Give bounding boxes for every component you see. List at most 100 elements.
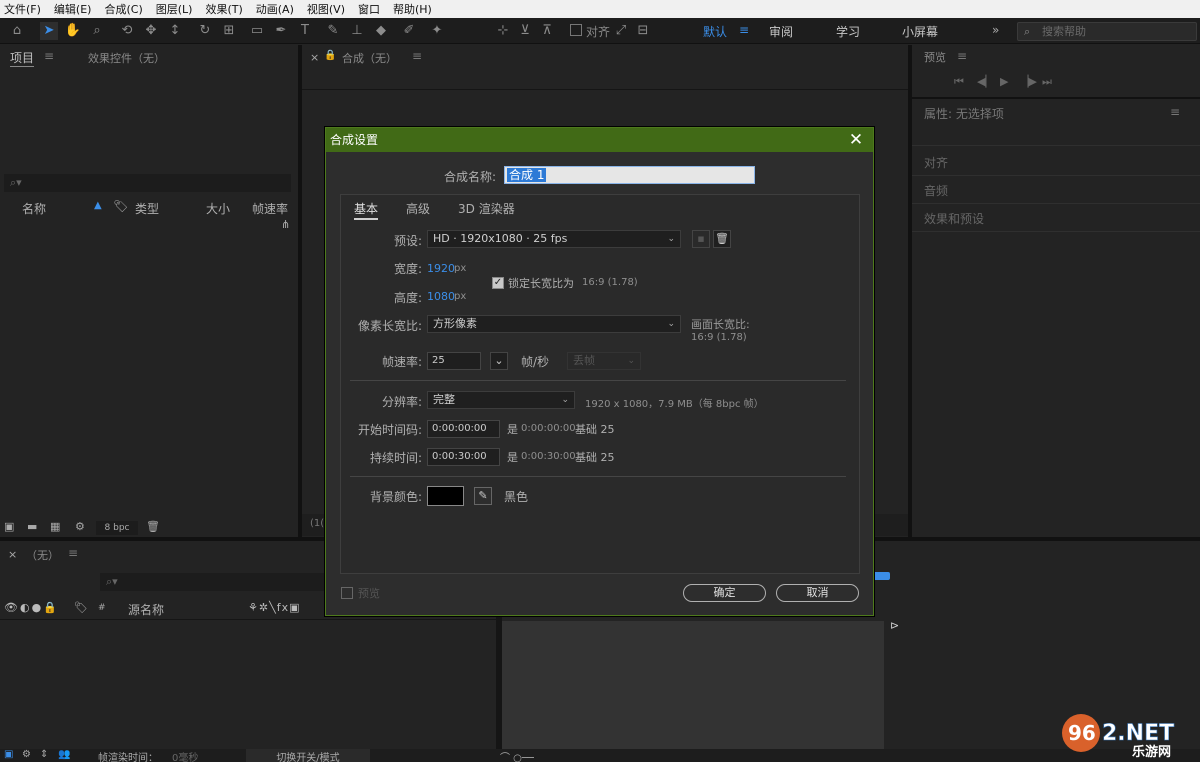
timeline-menu-icon[interactable]: ≡ — [68, 546, 78, 560]
menu-view[interactable]: 视图(V) — [307, 1, 345, 17]
clone-stamp-icon[interactable]: ⊥ — [348, 22, 366, 40]
effects-presets-title[interactable]: 效果和预设 — [924, 210, 984, 227]
flowchart-icon[interactable]: ⋔ — [281, 218, 290, 231]
first-frame-icon[interactable]: ⏮ — [954, 75, 964, 89]
rotate-tool-icon[interactable]: ↻ — [196, 22, 214, 40]
start-timecode-input[interactable]: 0:00:00:00 — [427, 420, 500, 438]
zoom-dropdown[interactable]: (1( — [310, 518, 324, 529]
audio-panel-title[interactable]: 音频 — [924, 182, 948, 199]
column-frame-rate[interactable]: 帧速率 — [252, 200, 288, 217]
interpret-footage-icon[interactable]: ▣ — [4, 520, 14, 533]
label-column-icon[interactable]: 🏷 — [74, 601, 88, 614]
frame-rate-input[interactable]: 25 — [427, 352, 481, 370]
view-axis-icon[interactable]: ⊼ — [538, 22, 556, 40]
graph-editor-icon[interactable]: ⇕ — [40, 749, 48, 760]
roto-brush-icon[interactable]: ✐ — [400, 22, 418, 40]
play-icon[interactable]: ▶ — [1000, 75, 1008, 88]
menu-composition[interactable]: 合成(C) — [104, 1, 142, 17]
timeline-search-input[interactable]: ⌕▾ — [100, 573, 326, 591]
search-help-input[interactable]: ⌕ 搜索帮助 — [1017, 22, 1197, 41]
workspace-overflow-icon[interactable]: » — [992, 23, 999, 37]
column-name[interactable]: 名称 — [22, 200, 46, 217]
text-tool-icon[interactable]: T — [296, 22, 314, 40]
delete-preset-icon[interactable]: 🗑 — [713, 230, 731, 248]
preset-dropdown[interactable]: HD · 1920x1080 · 25 fps ⌄ — [427, 230, 681, 248]
puppet-pin-icon[interactable]: ✦ — [428, 22, 446, 40]
anchor-tool-icon[interactable]: ⊞ — [220, 22, 238, 40]
selection-tool-icon[interactable]: ➤ — [40, 22, 58, 40]
ok-button[interactable]: 确定 — [683, 584, 766, 602]
menu-animation[interactable]: 动画(A) — [256, 1, 294, 17]
menu-layer[interactable]: 图层(L) — [156, 1, 193, 17]
properties-menu-icon[interactable]: ≡ — [1170, 105, 1180, 119]
close-tab-icon[interactable]: × — [310, 51, 319, 64]
av-switches-icon[interactable]: 👁◐●🔒 — [4, 601, 59, 614]
tab-composition[interactable]: 合成（无） — [342, 50, 397, 66]
hand-tool-icon[interactable]: ✋ — [64, 22, 82, 40]
layer-switches-icon[interactable]: ⚘✲╲fx▣ — [248, 601, 300, 614]
menu-window[interactable]: 窗口 — [358, 1, 380, 17]
world-axis-icon[interactable]: ⊻ — [516, 22, 534, 40]
toggle-switches-modes-button[interactable]: 切换开关/模式 — [246, 749, 370, 762]
layer-switch-icon[interactable]: 👥 — [58, 749, 70, 760]
bpc-button[interactable]: 8 bpc — [96, 521, 138, 535]
workspace-review[interactable]: 审阅 — [769, 23, 793, 40]
width-value[interactable]: 1920 — [427, 262, 455, 275]
snap-extra-icon[interactable]: ⊟ — [634, 22, 652, 40]
last-frame-icon[interactable]: ⏭ — [1042, 75, 1052, 89]
workspace-learn[interactable]: 学习 — [836, 23, 860, 40]
height-value[interactable]: 1080 — [427, 290, 455, 303]
next-frame-icon[interactable]: ▕▶ — [1020, 75, 1037, 88]
duration-input[interactable]: 0:00:30:00 — [427, 448, 500, 466]
save-preset-icon[interactable]: ▪ — [692, 230, 710, 248]
frame-rate-dropdown-icon[interactable]: ⌄ — [490, 352, 508, 370]
orbit-camera-icon[interactable]: ⟲ — [118, 22, 136, 40]
comp-name-input[interactable]: 合成 1 — [504, 166, 755, 184]
home-icon[interactable]: ⌂ — [8, 22, 26, 40]
new-folder-icon[interactable]: ▬ — [27, 520, 37, 533]
brush-tool-icon[interactable]: ✎ — [324, 22, 342, 40]
render-icon[interactable]: ⚙ — [22, 749, 31, 760]
sort-ascending-icon[interactable]: ▲ — [94, 200, 102, 211]
menu-file[interactable]: 文件(F) — [4, 1, 41, 17]
cancel-button[interactable]: 取消 — [776, 584, 859, 602]
lock-icon[interactable]: 🔒 — [324, 50, 336, 61]
rectangle-tool-icon[interactable]: ▭ — [248, 22, 266, 40]
tab-timeline[interactable]: （无） — [26, 547, 59, 563]
close-timeline-icon[interactable]: × — [8, 548, 17, 561]
snap-checkbox[interactable] — [570, 24, 582, 36]
local-axis-icon[interactable]: ⊹ — [494, 22, 512, 40]
prev-frame-icon[interactable]: ◀▏ — [977, 75, 994, 88]
workspace-menu-icon[interactable]: ≡ — [739, 23, 749, 37]
project-panel-menu-icon[interactable]: ≡ — [44, 49, 54, 63]
menu-edit[interactable]: 编辑(E) — [54, 1, 92, 17]
project-settings-icon[interactable]: ⚙ — [75, 520, 85, 533]
pixel-aspect-dropdown[interactable]: 方形像素 ⌄ — [427, 315, 681, 333]
comp-flowchart-icon[interactable]: ▣ — [4, 749, 13, 760]
label-tag-icon[interactable]: 🏷 — [113, 199, 128, 213]
current-time-indicator-icon[interactable]: ⊳ — [890, 619, 899, 632]
tab-project[interactable]: 项目 — [10, 49, 35, 67]
workspace-default[interactable]: 默认 — [703, 23, 727, 40]
snap-options-icon[interactable]: ⤢ — [612, 22, 630, 40]
preview-title[interactable]: 预览 — [924, 49, 946, 65]
trash-icon[interactable]: 🗑 — [146, 520, 160, 533]
workspace-small-screen[interactable]: 小屏幕 — [902, 23, 938, 40]
background-color-swatch[interactable] — [427, 486, 464, 506]
zoom-tool-icon[interactable]: ⌕ — [88, 22, 106, 40]
align-panel-title[interactable]: 对齐 — [924, 154, 948, 171]
tab-basic[interactable]: 基本 — [354, 200, 379, 220]
timeline-track-area[interactable] — [502, 621, 884, 749]
eyedropper-icon[interactable]: ✎ — [474, 487, 492, 505]
menu-help[interactable]: 帮助(H) — [393, 1, 432, 17]
pen-tool-icon[interactable]: ✒ — [272, 22, 290, 40]
column-type[interactable]: 类型 — [135, 200, 159, 217]
lock-aspect-checkbox[interactable]: ✓ — [492, 277, 504, 289]
preview-menu-icon[interactable]: ≡ — [957, 49, 967, 63]
menu-effect[interactable]: 效果(T) — [205, 1, 242, 17]
drop-frame-dropdown[interactable]: 丢帧 ⌄ — [567, 352, 641, 370]
tab-effect-controls[interactable]: 效果控件（无） — [88, 50, 165, 66]
tab-advanced[interactable]: 高级 — [406, 200, 430, 217]
zoom-slider-icon[interactable]: ⌒ ○── — [500, 749, 534, 762]
dolly-camera-icon[interactable]: ↕ — [166, 22, 184, 40]
